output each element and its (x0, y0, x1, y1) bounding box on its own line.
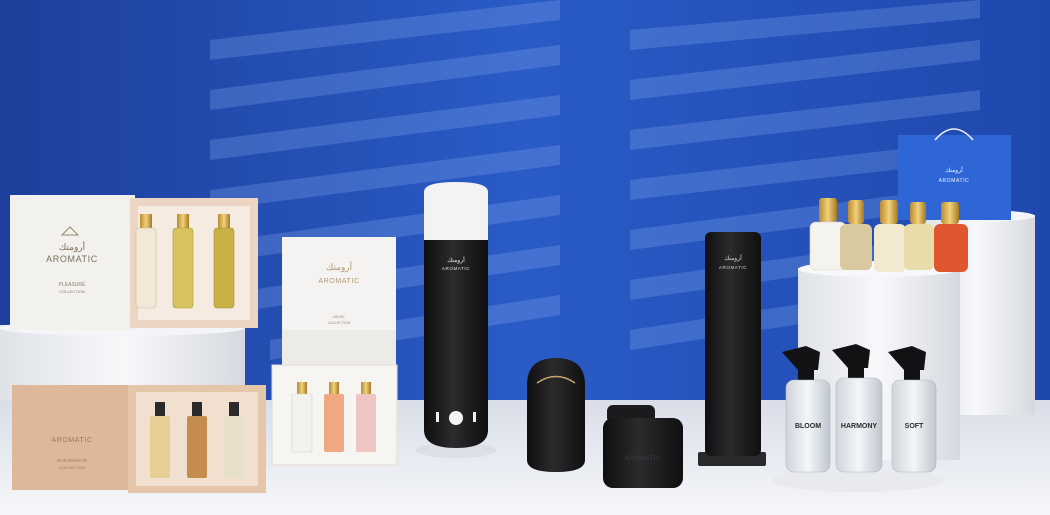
pleasure-collection-name: PLEASURE (59, 282, 86, 288)
oud-collection-sub: COLLECTION (59, 465, 85, 470)
capsule-diffuser (527, 358, 585, 472)
oud-brand: AROMATIC (51, 437, 92, 444)
pleasure-brand: AROMATIC (46, 254, 98, 264)
musk-collection-sub: COLLECTION (328, 321, 351, 325)
product-photo: AROMATIC أرومتك PLEASURE COLLECTION AROM… (0, 0, 1050, 515)
luxury-bottles (809, 198, 968, 272)
musk-brand: AROMATIC (318, 278, 359, 285)
spray-label-harmony: HARMONY (841, 423, 877, 430)
pleasure-bottles (135, 214, 235, 309)
pleasure-brand-arabic: أرومتك (59, 240, 85, 253)
cube-diffuser-brand: AROMATIC (625, 456, 661, 462)
tall-diffuser-top (424, 182, 488, 240)
musk-brand-arabic: أرومتك (326, 260, 352, 273)
oud-collection-name: OUD BAKHOR (57, 458, 88, 463)
spray-label-bloom: BLOOM (795, 423, 821, 430)
spray-bottles (782, 344, 937, 473)
tall-diffuser-brand: AROMATIC (442, 266, 470, 271)
spray-label-soft: SOFT (905, 423, 924, 430)
tower-diffuser-brand: AROMATIC (719, 265, 747, 270)
bag-brand: AROMATIC (939, 178, 970, 184)
product-scene: AROMATIC أرومتك PLEASURE COLLECTION AROM… (0, 0, 1050, 515)
cube-diffuser-body (603, 418, 683, 488)
musk-collection-name: MUSK (333, 314, 345, 319)
pleasure-collection-sub: COLLECTION (59, 289, 85, 294)
musk-bottles (291, 382, 376, 453)
tall-diffuser-power-button (449, 411, 463, 425)
oud-bottles (150, 402, 244, 478)
